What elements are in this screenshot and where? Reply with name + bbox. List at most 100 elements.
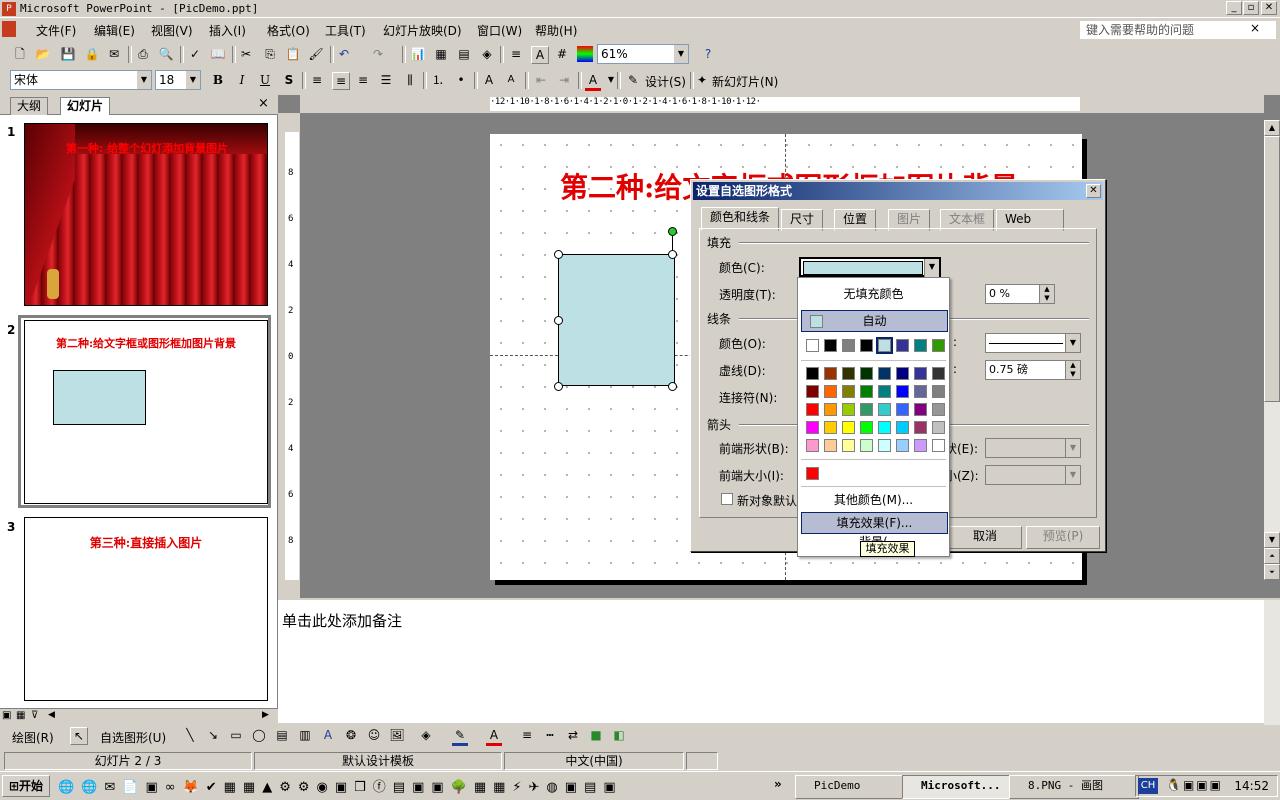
underline-button[interactable]: U: [257, 72, 273, 88]
design-button[interactable]: 设计(S): [645, 73, 686, 90]
fill-effects-option[interactable]: 填充效果(F)...: [801, 512, 948, 534]
align-center-icon[interactable]: ≡: [332, 72, 350, 90]
zoom-combo[interactable]: 61% ▼: [597, 44, 689, 64]
menu-window[interactable]: 窗口(W): [477, 22, 522, 39]
color-swatch[interactable]: [824, 339, 837, 352]
chevron-down-icon[interactable]: ▼: [137, 71, 151, 89]
slide-thumbnail-2[interactable]: 第二种:给文字框或图形框加图片背景: [24, 320, 268, 504]
menu-edit[interactable]: 编辑(E): [94, 22, 135, 39]
show-formatting-icon[interactable]: A: [531, 46, 549, 64]
quick-launch-icons[interactable]: 🌐🌐✉📄▣∞🦊✔▦▦▲⚙⚙◉▣❒ⓕ▤▣▣🌳▦▦⚡✈◍▣▤▣: [58, 776, 788, 796]
color-swatch[interactable]: [806, 439, 819, 452]
color-swatch[interactable]: [860, 385, 873, 398]
color-swatch[interactable]: [806, 403, 819, 416]
more-colors-option[interactable]: 其他颜色(M)...: [801, 490, 946, 510]
line-weight-input[interactable]: 0.75 磅 ▲ ▼: [985, 360, 1081, 380]
color-swatch[interactable]: [932, 367, 945, 380]
open-icon[interactable]: 📂: [35, 46, 51, 62]
color-swatch[interactable]: [860, 403, 873, 416]
end-style-dropdown[interactable]: ▼: [985, 438, 1081, 458]
color-swatch[interactable]: [842, 439, 855, 452]
vertical-scrollbar[interactable]: ▲ ▼ ⏶ ⏷: [1264, 120, 1280, 580]
scroll-thumb[interactable]: [1264, 136, 1280, 402]
color-swatch[interactable]: [806, 385, 819, 398]
cut-icon[interactable]: ✂: [238, 46, 254, 62]
fill-color-dropdown[interactable]: ▼: [799, 257, 941, 277]
color-swatch[interactable]: [932, 339, 945, 352]
color-swatch[interactable]: [842, 385, 855, 398]
color-swatch[interactable]: [860, 367, 873, 380]
color-swatch[interactable]: [842, 403, 855, 416]
decrease-indent-icon[interactable]: ⇤: [533, 72, 549, 88]
powerpoint-app-icon[interactable]: P: [2, 2, 16, 16]
insert-table-icon[interactable]: ▦: [433, 46, 449, 62]
new-slide-button[interactable]: 新幻灯片(N): [712, 73, 778, 90]
resize-handle[interactable]: [554, 382, 563, 391]
pane-close-icon[interactable]: ×: [258, 96, 269, 111]
color-swatch[interactable]: [932, 403, 945, 416]
start-button[interactable]: ⊞开始: [2, 775, 50, 797]
color-swatch[interactable]: [896, 439, 909, 452]
chevron-down-icon[interactable]: ▼: [1065, 466, 1080, 484]
cancel-button[interactable]: 取消: [948, 526, 1022, 549]
vertical-ruler[interactable]: 8 6 4 2 0 2 4 6 8: [285, 132, 299, 580]
menu-slideshow[interactable]: 幻灯片放映(D): [383, 22, 462, 39]
increase-font-icon[interactable]: A: [481, 72, 497, 88]
chevron-down-icon[interactable]: ▼: [674, 45, 688, 63]
sorter-view-icon[interactable]: ▦: [16, 710, 25, 721]
color-swatch[interactable]: [824, 403, 837, 416]
distribute-icon[interactable]: ☰: [378, 72, 394, 88]
3d-style-icon[interactable]: ◧: [611, 727, 627, 743]
previous-slide-icon[interactable]: ⏶: [1264, 548, 1280, 564]
tab-outline[interactable]: 大纲: [10, 97, 49, 115]
color-swatch[interactable]: [806, 467, 819, 480]
resize-handle[interactable]: [668, 382, 677, 391]
line-color-icon[interactable]: ✎: [452, 727, 468, 746]
oval-tool-icon[interactable]: ◯: [251, 727, 267, 743]
save-icon[interactable]: 💾: [60, 46, 76, 62]
bold-button[interactable]: B: [210, 72, 226, 88]
task-paint[interactable]: 8.PNG - 画图: [1009, 775, 1139, 799]
color-swatch[interactable]: [876, 337, 893, 354]
email-icon[interactable]: ✉: [106, 46, 122, 62]
undo-icon[interactable]: ↶: [336, 46, 352, 62]
arrow-style-icon[interactable]: ⇄: [565, 727, 581, 743]
picture-icon[interactable]: 🖼: [389, 727, 405, 743]
default-checkbox[interactable]: [721, 493, 733, 505]
tray-icons[interactable]: 🐧▣▣▣: [1166, 778, 1223, 792]
color-swatch[interactable]: [932, 421, 945, 434]
decrease-font-icon[interactable]: A: [503, 72, 519, 88]
font-color-icon[interactable]: A: [486, 727, 502, 746]
color-swatch[interactable]: [806, 339, 819, 352]
tab-slides[interactable]: 幻灯片: [60, 97, 111, 115]
menu-tools[interactable]: 工具(T): [325, 22, 366, 39]
italic-button[interactable]: I: [234, 72, 250, 88]
menu-file[interactable]: 文件(F): [36, 22, 76, 39]
font-color-icon[interactable]: A: [585, 72, 601, 91]
color-swatch[interactable]: [914, 339, 927, 352]
chevron-down-icon[interactable]: ▼: [1065, 334, 1080, 352]
color-swatch[interactable]: [932, 385, 945, 398]
scroll-right-icon[interactable]: ▶: [262, 710, 269, 720]
scroll-down-icon[interactable]: ▼: [1264, 532, 1280, 548]
preview-button[interactable]: 预览(P): [1026, 526, 1100, 549]
new-slide-icon[interactable]: ✦: [694, 72, 710, 88]
next-slide-icon[interactable]: ⏷: [1264, 564, 1280, 580]
color-swatch[interactable]: [914, 403, 927, 416]
task-powerpoint[interactable]: Microsoft...: [902, 775, 1024, 799]
format-painter-icon[interactable]: 🖌: [308, 46, 324, 62]
color-swatch[interactable]: [878, 385, 891, 398]
ime-indicator[interactable]: CH: [1138, 778, 1158, 794]
resize-handle[interactable]: [554, 316, 563, 325]
shadow-button[interactable]: S: [281, 72, 297, 88]
color-swatch[interactable]: [914, 421, 927, 434]
color-swatch[interactable]: [896, 385, 909, 398]
taskbar-chevron-icon[interactable]: »: [774, 777, 782, 791]
paste-icon[interactable]: 📋: [285, 46, 301, 62]
menu-help[interactable]: 帮助(H): [535, 22, 577, 39]
color-swatch[interactable]: [914, 367, 927, 380]
research-icon[interactable]: 📖: [210, 46, 226, 62]
vertical-textbox-icon[interactable]: ▥: [297, 727, 313, 743]
chevron-down-icon[interactable]: ▼: [924, 259, 939, 277]
color-swatch[interactable]: [824, 439, 837, 452]
